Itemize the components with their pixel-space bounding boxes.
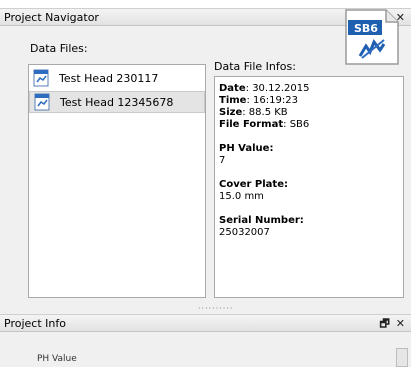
project-navigator-title: Project Navigator — [4, 10, 99, 24]
sb6-file-logo: SB6 — [344, 8, 400, 66]
data-file-info-box: Date: 30.12.2015 Time: 16:19:23 Size: 88… — [214, 76, 404, 298]
file-item-test-head-12345678[interactable]: Test Head 12345678 — [29, 91, 205, 113]
project-ph-value-label: PH Value — [37, 354, 77, 364]
data-files-list[interactable]: Test Head 230117 Test Head 12345678 — [28, 64, 206, 298]
close-icon[interactable]: ✕ — [396, 318, 405, 329]
info-date: Date: 30.12.2015 — [219, 83, 310, 94]
file-name: Test Head 230117 — [59, 71, 159, 85]
info-ph-value: PH Value: 7 — [219, 143, 274, 166]
project-info-title: Project Info — [4, 316, 66, 330]
data-file-infos-label: Data File Infos: — [214, 60, 296, 73]
info-file-format: File Format: SB6 — [219, 119, 310, 130]
sb6-logo-text: SB6 — [354, 22, 378, 35]
data-file-icon — [34, 93, 52, 111]
data-files-label: Data Files: — [30, 42, 88, 55]
project-info-scrollbar[interactable] — [396, 348, 408, 367]
info-size: Size: 88.5 KB — [219, 107, 288, 118]
info-time: Time: 16:19:23 — [219, 95, 298, 106]
info-cover-plate: Cover Plate: 15.0 mm — [219, 179, 288, 202]
info-serial-number: Serial Number: 25032007 — [219, 215, 304, 238]
file-name: Test Head 12345678 — [60, 95, 174, 109]
data-file-icon — [33, 69, 51, 87]
project-info-header: Project Info 🗗 ✕ — [0, 314, 411, 332]
splitter-grip-icon[interactable]: ·········· — [198, 305, 233, 313]
float-icon[interactable]: 🗗 — [379, 318, 389, 329]
file-item-test-head-230117[interactable]: Test Head 230117 — [29, 67, 205, 89]
